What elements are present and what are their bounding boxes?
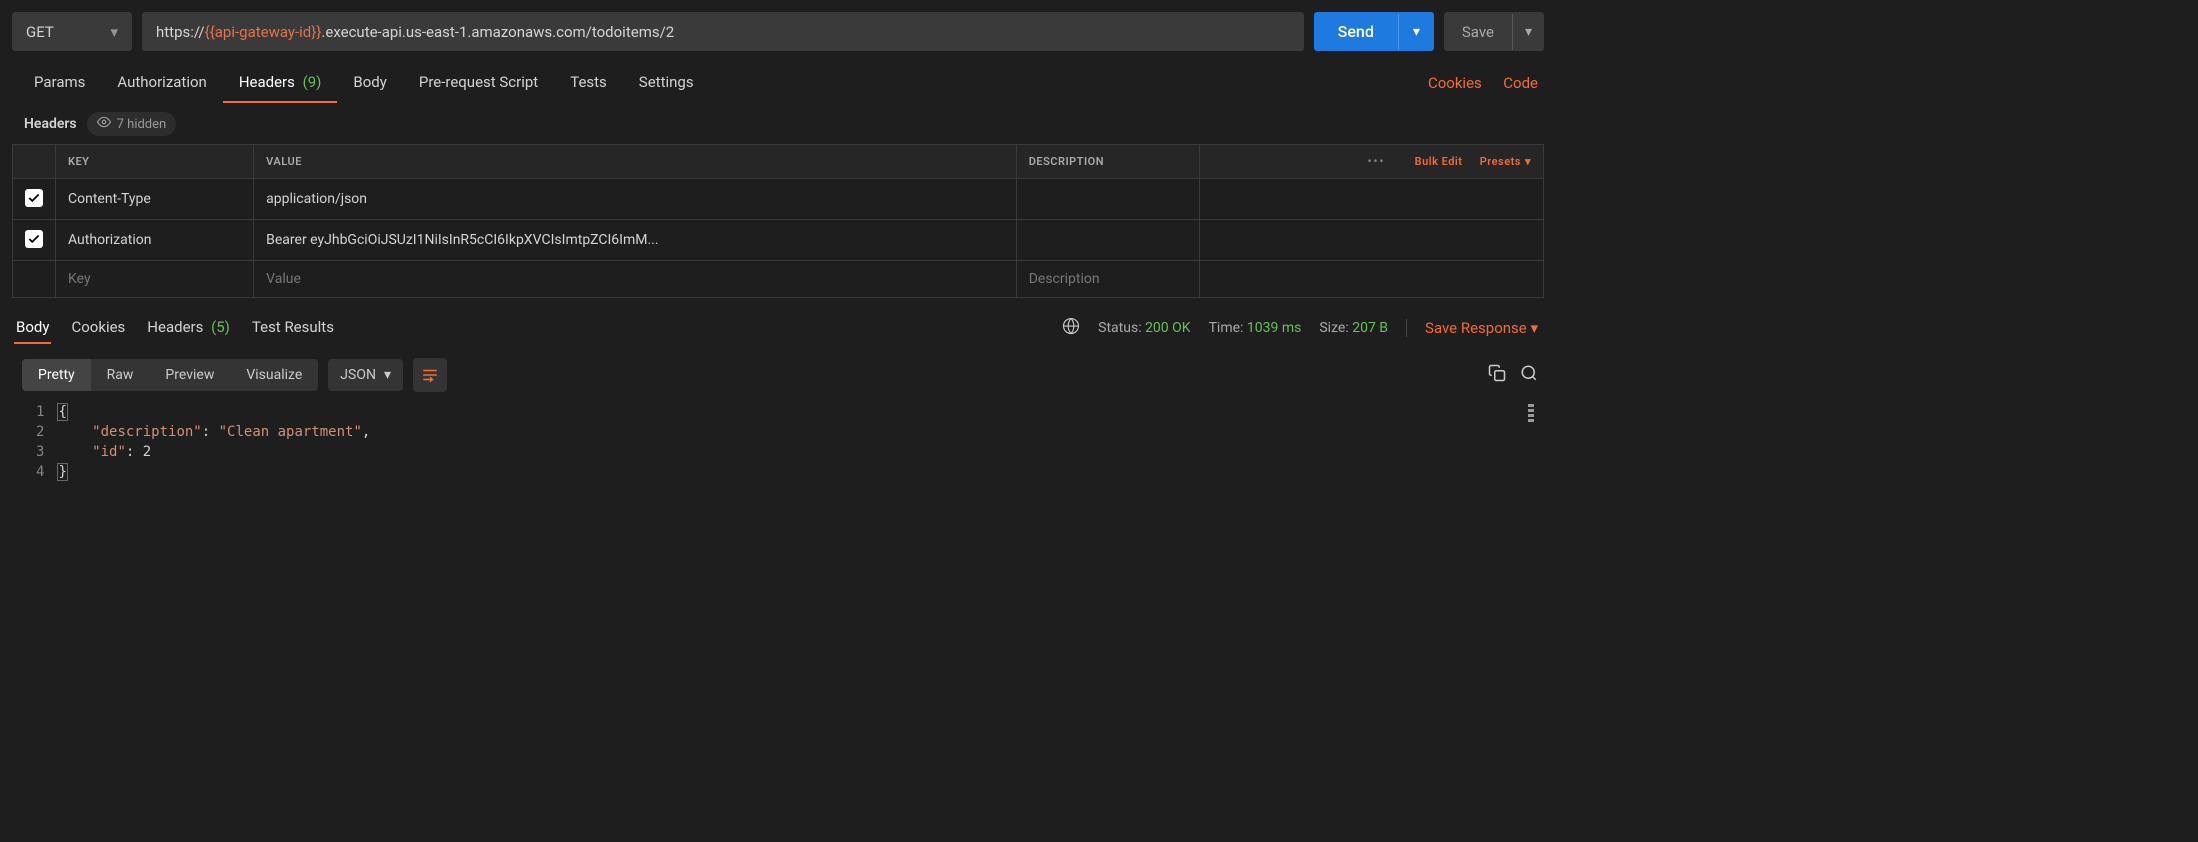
body-toolbar-icons [1488, 364, 1538, 386]
chevron-down-icon: ▾ [384, 367, 391, 383]
send-button-label: Send [1314, 12, 1398, 51]
chevron-down-icon: ▾ [110, 23, 118, 41]
search-icon[interactable] [1520, 364, 1538, 386]
cell-value[interactable]: Bearer eyJhbGciOiJSUzI1NiIsInR5cCI6IkpXV… [254, 220, 1017, 261]
tab-headers[interactable]: Headers (9) [223, 63, 338, 103]
request-tabs-right: Cookies Code [1410, 74, 1538, 92]
eye-icon [97, 115, 111, 133]
body-lang-select[interactable]: JSON ▾ [328, 359, 403, 391]
minimap[interactable] [1528, 404, 1534, 422]
headers-subheader: Headers 7 hidden [12, 104, 1544, 144]
line-gutter: 1 2 3 4 [12, 402, 58, 482]
tab-params[interactable]: Params [18, 63, 101, 103]
response-status: Status: 200 OK Time: 1039 ms Size: 207 B… [1098, 319, 1538, 337]
hidden-headers-toggle[interactable]: 7 hidden [87, 112, 177, 136]
response-tab-headers-label: Headers [147, 318, 203, 336]
table-row: Content-Type application/json [13, 179, 1544, 220]
url-prefix: https:// [156, 23, 205, 41]
request-tabs: Params Authorization Headers (9) Body Pr… [12, 63, 1544, 104]
size-value: 207 B [1352, 320, 1388, 336]
save-dropdown-icon[interactable]: ▾ [1512, 14, 1544, 50]
send-dropdown-icon[interactable]: ▾ [1398, 14, 1434, 50]
http-method-value: GET [26, 23, 54, 41]
row-checkbox[interactable] [25, 230, 43, 248]
more-options-icon[interactable]: ••• [1368, 155, 1386, 168]
body-tab-pretty[interactable]: Pretty [22, 359, 91, 391]
cell-description[interactable] [1016, 179, 1199, 220]
response-bar: Body Cookies Headers (5) Test Results St… [12, 298, 1544, 352]
url-variable: {{api-gateway-id}} [205, 23, 322, 41]
response-tab-body[interactable]: Body [14, 312, 51, 344]
tab-headers-count: (9) [303, 73, 322, 91]
col-value: VALUE [254, 145, 1017, 179]
tab-prerequest[interactable]: Pre-request Script [403, 63, 554, 103]
headers-table: KEY VALUE DESCRIPTION ••• Bulk Edit Pres… [12, 144, 1544, 298]
save-response-link[interactable]: Save Response ▾ [1425, 319, 1538, 337]
time-label: Time: [1209, 320, 1244, 336]
hidden-headers-label: 7 hidden [117, 117, 167, 132]
send-button[interactable]: Send ▾ [1314, 12, 1434, 51]
save-response-label: Save Response [1425, 319, 1527, 337]
time-value: 1039 ms [1247, 320, 1301, 336]
description-placeholder[interactable]: Description [1016, 261, 1199, 298]
cell-key[interactable]: Authorization [56, 220, 254, 261]
response-tab-headers-count: (5) [211, 318, 230, 336]
url-input[interactable]: https://{{api-gateway-id}}.execute-api.u… [142, 12, 1304, 51]
code-lines: { "description": "Clean apartment", "id"… [58, 402, 370, 482]
tab-settings[interactable]: Settings [623, 63, 710, 103]
body-view-tabs: Pretty Raw Preview Visualize [22, 359, 318, 391]
body-lang-value: JSON [340, 367, 376, 383]
col-description: DESCRIPTION [1016, 145, 1199, 179]
body-toolbar: Pretty Raw Preview Visualize JSON ▾ [12, 352, 1544, 398]
table-row: Authorization Bearer eyJhbGciOiJSUzI1NiI… [13, 220, 1544, 261]
response-tab-headers[interactable]: Headers (5) [145, 312, 232, 344]
col-key: KEY [56, 145, 254, 179]
save-button[interactable]: Save ▾ [1444, 12, 1544, 51]
tab-body[interactable]: Body [337, 63, 402, 103]
response-tab-testresults[interactable]: Test Results [250, 312, 336, 344]
status-value: 200 OK [1145, 320, 1191, 336]
cell-key[interactable]: Content-Type [56, 179, 254, 220]
chevron-down-icon: ▾ [1530, 319, 1538, 337]
cell-description[interactable] [1016, 220, 1199, 261]
url-suffix: .execute-api.us-east-1.amazonaws.com/tod… [321, 23, 674, 41]
bulk-edit-link[interactable]: Bulk Edit [1415, 155, 1463, 168]
response-tab-cookies[interactable]: Cookies [69, 312, 127, 344]
status-label: Status: [1098, 320, 1141, 336]
code-link[interactable]: Code [1503, 74, 1538, 92]
http-method-select[interactable]: GET ▾ [12, 12, 132, 51]
cookies-link[interactable]: Cookies [1428, 74, 1482, 92]
row-checkbox[interactable] [25, 189, 43, 207]
copy-icon[interactable] [1488, 364, 1506, 386]
cell-value[interactable]: application/json [254, 179, 1017, 220]
table-row-empty: Key Value Description [13, 261, 1544, 298]
tab-headers-label: Headers [239, 73, 295, 91]
headers-title: Headers [24, 116, 77, 132]
tab-authorization[interactable]: Authorization [101, 63, 222, 103]
tab-tests[interactable]: Tests [554, 63, 623, 103]
body-tab-visualize[interactable]: Visualize [230, 359, 318, 391]
response-body-code[interactable]: 1 2 3 4 { "description": "Clean apartmen… [12, 398, 1544, 502]
body-tab-raw[interactable]: Raw [91, 359, 150, 391]
network-icon[interactable] [1062, 317, 1080, 339]
key-placeholder[interactable]: Key [56, 261, 254, 298]
wrap-lines-button[interactable] [413, 358, 447, 392]
chevron-down-icon: ▾ [1525, 155, 1531, 168]
save-button-label: Save [1444, 13, 1512, 51]
presets-link[interactable]: Presets ▾ [1480, 155, 1531, 168]
body-tab-preview[interactable]: Preview [149, 359, 230, 391]
request-row: GET ▾ https://{{api-gateway-id}}.execute… [12, 12, 1544, 51]
size-label: Size: [1319, 320, 1348, 336]
presets-label: Presets [1480, 155, 1521, 168]
value-placeholder[interactable]: Value [254, 261, 1017, 298]
